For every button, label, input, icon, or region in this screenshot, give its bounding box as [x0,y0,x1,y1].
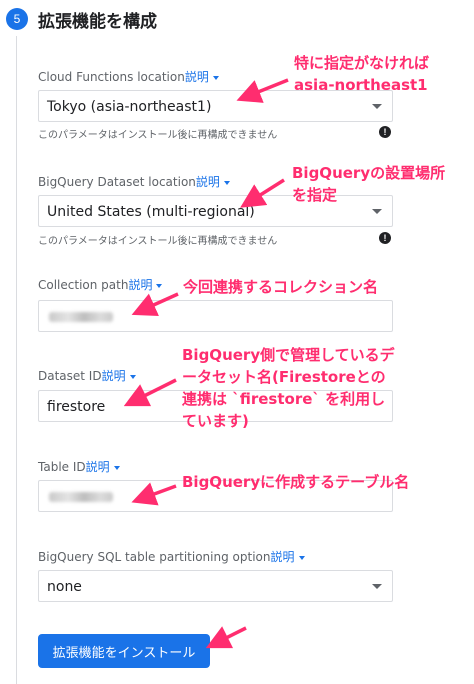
redacted-value [49,492,113,502]
help-chevron-down-icon [298,555,305,560]
cloud-functions-location-hint: このパラメータはインストール後に再構成できません [38,130,278,141]
install-extension-button[interactable]: 拡張機能をインストール [38,634,210,668]
redacted-value [49,312,113,322]
step-title: 拡張機能を構成 [38,12,157,32]
dataset-location-hint: このパラメータはインストール後に再構成できません [38,236,278,247]
help-chevron-down-icon [223,180,230,185]
help-chevron-down-icon [113,465,120,470]
partitioning-label: BigQuery SQL table partitioning option説明 [38,548,305,565]
dataset-id-label: Dataset ID説明 [38,367,136,384]
partitioning-select[interactable]: none [38,570,393,602]
dataset-location-label: BigQuery Dataset location説明 [38,173,230,190]
cloud-functions-location-value: Tokyo (asia-northeast1) [47,99,212,115]
annotation-location: 特に指定がなければ asia-northeast1 [294,54,430,94]
partitioning-help-link[interactable]: 説明 [270,550,294,564]
collection-path-input[interactable] [38,300,393,332]
cloud-functions-location-help-link[interactable]: 説明 [185,70,209,84]
help-chevron-down-icon [212,75,219,80]
annotation-dataset-location: BigQueryの設置場所 を指定 [292,164,446,204]
table-id-help-link[interactable]: 説明 [86,460,110,474]
dataset-location-help-link[interactable]: 説明 [196,175,220,189]
extension-config-page: 5 拡張機能を構成 Cloud Functions location説明 Tok… [0,0,474,684]
annotation-table-id: BigQueryに作成するテーブル名 [182,473,410,491]
collection-path-label: Collection path説明 [38,276,163,293]
info-icon[interactable]: ! [379,232,391,244]
cloud-functions-location-label: Cloud Functions location説明 [38,68,219,85]
dataset-id-help-link[interactable]: 説明 [102,369,126,383]
step-number-badge: 5 [6,8,28,30]
partitioning-value: none [47,579,82,595]
step-connector-line [16,36,17,684]
info-icon[interactable]: ! [379,126,391,138]
dropdown-arrow-icon [372,209,382,214]
dropdown-arrow-icon [372,584,382,589]
annotation-collection: 今回連携するコレクション名 [183,278,379,296]
collection-path-help-link[interactable]: 説明 [128,278,152,292]
annotation-dataset-id: BigQuery側で管理しているデ ータセット名(Firestoreとの 連携は… [182,346,395,430]
table-id-label: Table ID説明 [38,458,120,475]
help-chevron-down-icon [156,283,163,288]
dropdown-arrow-icon [372,104,382,109]
dataset-id-value: firestore [47,399,106,415]
help-chevron-down-icon [129,374,136,379]
arrow-install [205,626,247,649]
dataset-location-value: United States (multi-regional) [47,204,255,220]
